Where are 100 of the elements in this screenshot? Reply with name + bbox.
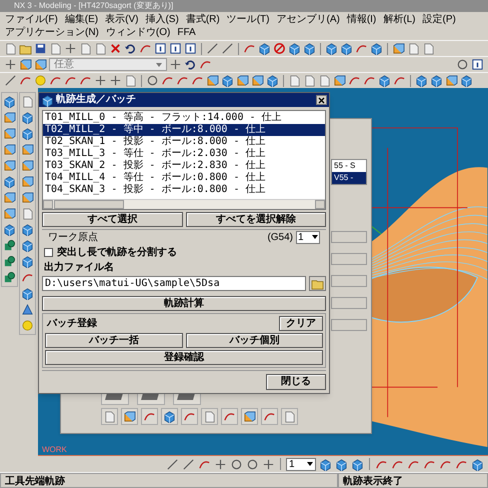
point-icon[interactable] [4,58,17,71]
info-icon[interactable] [184,42,197,55]
document-icon[interactable] [49,42,62,55]
deselect-all-button[interactable]: すべてを選択解除 [186,212,326,227]
compute-button[interactable]: 軌跡計算 [42,296,326,311]
line-icon[interactable] [4,74,17,87]
checkbox[interactable] [44,248,53,257]
menu-item[interactable]: 挿入(S) [144,13,180,26]
circle-icon[interactable] [230,458,243,470]
list-item[interactable]: T04_SKAN_3 - 投影 - ボール:0.800 - 仕上 [43,184,325,196]
solid-block-icon[interactable] [243,410,256,423]
circle-icon[interactable] [456,58,469,71]
undo-icon[interactable] [124,42,137,55]
menu-item[interactable]: アプリケーション(N) [4,26,100,39]
solid-block-icon[interactable] [3,111,16,124]
document-icon[interactable] [79,42,92,55]
save-icon[interactable] [34,42,47,55]
point-icon[interactable] [169,58,182,71]
solid-block-icon[interactable] [3,207,16,220]
cube-icon[interactable] [288,42,301,55]
solid-block-icon[interactable] [19,58,32,71]
combined-shape-icon[interactable] [3,239,16,252]
list-item[interactable]: T04_MILL_4 - 等仕 - ボール:0.800 - 仕上 [43,172,325,184]
line-icon[interactable] [221,42,234,55]
cube-icon[interactable] [303,42,316,55]
cube-icon[interactable] [471,458,484,470]
circle-icon[interactable] [246,458,259,470]
list-item[interactable]: V55 - [332,172,366,184]
document-icon[interactable] [407,42,420,55]
line-icon[interactable] [206,42,219,55]
cube-icon[interactable] [163,410,176,423]
menu-item[interactable]: 書式(R) [184,13,221,26]
cube-icon[interactable] [3,175,16,188]
batch-individual-button[interactable]: バッチ個別 [186,333,323,348]
cube-icon[interactable] [21,127,34,140]
document-icon[interactable] [4,42,17,55]
list-item[interactable]: T01_MILL_0 - 等高 - フラット:14.000 - 仕上 [43,112,325,124]
cube-icon[interactable] [319,458,332,470]
line-icon[interactable] [182,458,195,470]
solid-block-icon[interactable] [333,74,346,87]
cube-icon[interactable] [266,74,279,87]
graphics-viewport[interactable] [38,88,488,456]
prohibited-icon[interactable] [273,42,286,55]
list-item[interactable]: T02_SKAN_1 - 投影 - ボール:8.000 - 仕上 [43,136,325,148]
solid-block-icon[interactable] [236,74,249,87]
solid-block-icon[interactable] [3,191,16,204]
line-icon[interactable] [166,458,179,470]
point-icon[interactable] [64,42,77,55]
document-icon[interactable] [21,207,34,220]
document-icon[interactable] [103,410,116,423]
clear-button[interactable]: クリア [279,316,323,331]
solid-block-icon[interactable] [21,175,34,188]
cube-icon[interactable] [351,458,364,470]
solid-block-icon[interactable] [3,143,16,156]
solid-block-icon[interactable] [392,42,405,55]
solid-block-icon[interactable] [3,127,16,140]
cube-icon[interactable] [430,74,443,87]
circle-icon[interactable] [146,74,159,87]
list-item[interactable]: 55 - S [332,160,366,172]
cube-icon[interactable] [258,42,271,55]
undo-icon[interactable] [184,58,197,71]
menu-item[interactable]: 編集(E) [64,13,100,26]
menu-item[interactable]: FFA [176,26,197,39]
list-item[interactable]: T03_SKAN_2 - 投影 - ボール:2.830 - 仕上 [43,160,325,172]
cone-icon[interactable] [21,303,34,316]
solid-block-icon[interactable] [123,410,136,423]
document-icon[interactable] [21,95,34,108]
menu-item[interactable]: 設定(P) [422,13,457,26]
cube-icon[interactable] [21,239,34,252]
document-icon[interactable] [422,42,435,55]
solid-block-icon[interactable] [21,159,34,172]
solid-block-icon[interactable] [21,143,34,156]
operation-list[interactable] [42,110,326,210]
solid-block-icon[interactable] [251,74,264,87]
combined-shape-icon[interactable] [3,271,16,284]
solid-block-icon[interactable] [445,74,458,87]
batch-all-button[interactable]: バッチ一括 [45,333,182,348]
menu-item[interactable]: ツール(T) [226,13,270,26]
cube-icon[interactable] [3,95,16,108]
cube-icon[interactable] [370,42,383,55]
document-icon[interactable] [283,410,296,423]
cube-icon[interactable] [378,74,391,87]
solid-block-icon[interactable] [34,58,47,71]
cube-icon[interactable] [21,111,34,124]
solid-block-icon[interactable] [21,191,34,204]
point-icon[interactable] [109,74,122,87]
select-all-button[interactable]: すべて選択 [42,212,182,227]
cube-icon[interactable] [21,255,34,268]
horizontal-scrollbar[interactable] [43,199,325,209]
delete-icon[interactable] [109,42,122,55]
browse-folder-button[interactable] [309,276,326,291]
info-icon[interactable] [154,42,167,55]
menu-item[interactable]: アセンブリ(A) [275,13,341,26]
filter-dropdown[interactable]: 任意 [49,58,167,71]
cube-icon[interactable] [21,287,34,300]
cube-icon[interactable] [325,42,338,55]
cube-icon[interactable] [415,74,428,87]
menu-item[interactable]: ウィンドウ(O) [104,26,172,39]
point-icon[interactable] [94,74,107,87]
close-dialog-button[interactable]: 閉じる [266,374,326,390]
